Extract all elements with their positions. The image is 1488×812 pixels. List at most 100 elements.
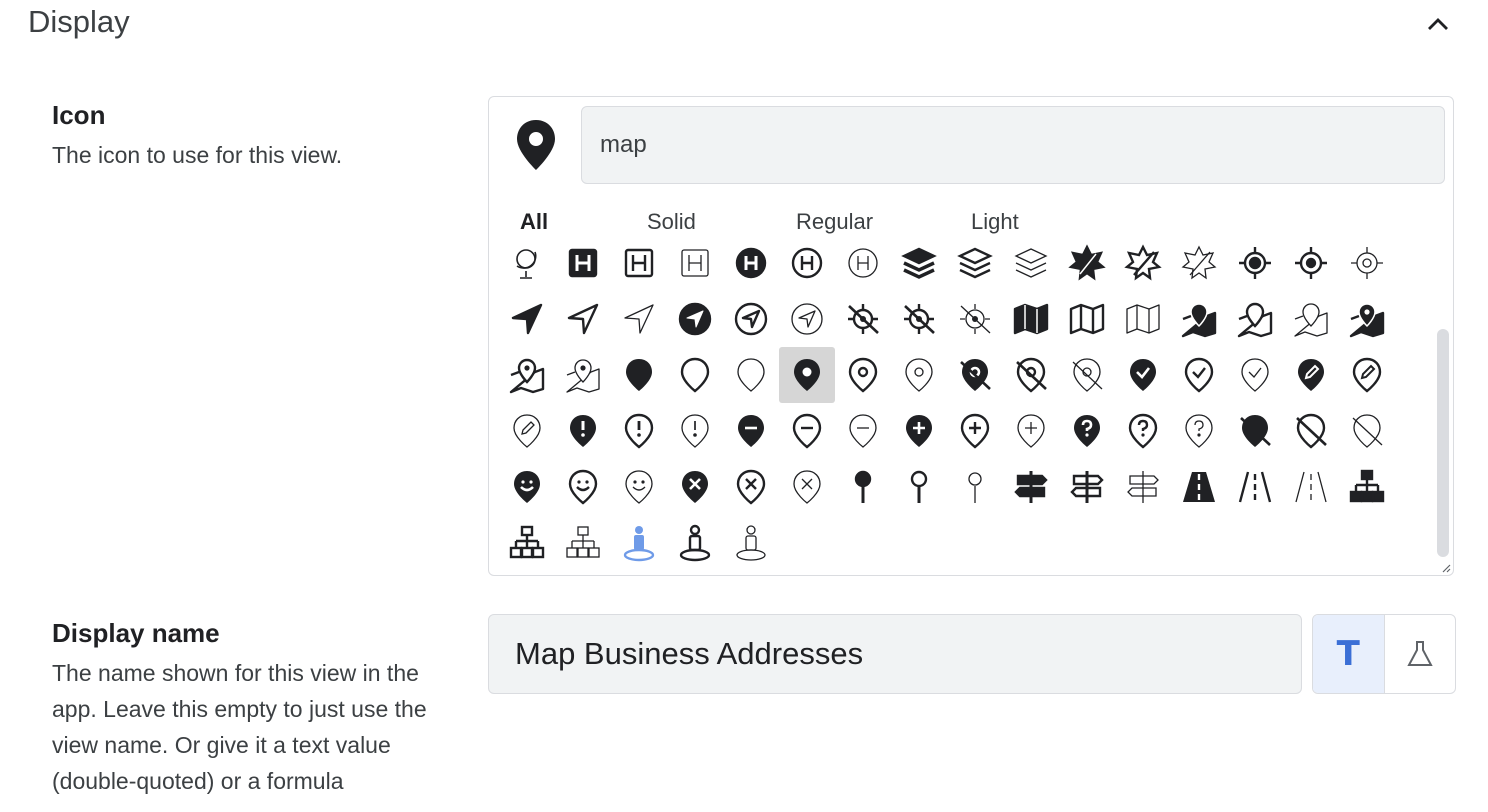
icon-option[interactable] [667, 291, 723, 347]
icon-option[interactable] [1171, 459, 1227, 515]
icon-option[interactable] [947, 347, 1003, 403]
icon-option[interactable] [1059, 347, 1115, 403]
icon-option[interactable] [723, 235, 779, 291]
icon-option[interactable] [611, 291, 667, 347]
icon-option[interactable] [1059, 235, 1115, 291]
tab-light[interactable]: Light [971, 209, 1019, 235]
icon-option[interactable] [723, 515, 779, 571]
display-name-input[interactable] [488, 614, 1302, 694]
icon-option[interactable] [611, 515, 667, 571]
icon-option[interactable] [779, 235, 835, 291]
icon-option[interactable] [947, 291, 1003, 347]
icon-option[interactable] [1059, 459, 1115, 515]
icon-option[interactable] [1003, 291, 1059, 347]
icon-option[interactable] [1115, 403, 1171, 459]
sitemap-solid-icon [1349, 469, 1385, 503]
icon-option[interactable] [1227, 347, 1283, 403]
icon-option[interactable] [499, 459, 555, 515]
icon-option[interactable] [835, 459, 891, 515]
icon-option[interactable] [1003, 403, 1059, 459]
icon-option[interactable] [1171, 291, 1227, 347]
collapse-button[interactable] [1418, 6, 1458, 42]
icon-option[interactable] [723, 459, 779, 515]
icon-option[interactable] [835, 347, 891, 403]
icon-option[interactable] [1283, 459, 1339, 515]
icon-option[interactable] [667, 347, 723, 403]
icon-option[interactable] [779, 459, 835, 515]
icon-option[interactable] [1339, 235, 1395, 291]
icon-option[interactable] [1003, 459, 1059, 515]
icon-option[interactable] [667, 403, 723, 459]
icon-option[interactable] [1171, 403, 1227, 459]
tab-solid[interactable]: Solid [647, 209, 696, 235]
icon-option[interactable] [779, 403, 835, 459]
icon-option[interactable] [555, 235, 611, 291]
icon-option[interactable] [1283, 347, 1339, 403]
icon-option[interactable] [1115, 291, 1171, 347]
icon-option[interactable] [947, 235, 1003, 291]
resize-handle-icon[interactable] [1441, 563, 1451, 573]
formula-mode-button[interactable] [1385, 615, 1456, 693]
icon-option[interactable] [667, 459, 723, 515]
icon-option[interactable] [1171, 235, 1227, 291]
icon-option[interactable] [891, 235, 947, 291]
icon-option[interactable] [499, 291, 555, 347]
icon-option[interactable] [1283, 235, 1339, 291]
icon-option[interactable] [1115, 235, 1171, 291]
icon-option[interactable] [1227, 291, 1283, 347]
icon-option[interactable] [1227, 235, 1283, 291]
icon-option[interactable] [555, 515, 611, 571]
icon-option[interactable] [947, 459, 1003, 515]
icon-option[interactable] [1003, 235, 1059, 291]
icon-option[interactable] [611, 459, 667, 515]
icon-option[interactable] [779, 291, 835, 347]
icon-option[interactable] [1283, 291, 1339, 347]
icon-option[interactable] [499, 515, 555, 571]
icon-option[interactable] [667, 515, 723, 571]
tab-regular[interactable]: Regular [796, 209, 873, 235]
icon-option[interactable] [891, 291, 947, 347]
icon-search-input[interactable] [581, 106, 1445, 184]
icon-grid-scrollbar-thumb[interactable] [1437, 329, 1449, 557]
icon-option[interactable] [835, 403, 891, 459]
icon-option[interactable] [555, 403, 611, 459]
icon-option[interactable] [1339, 291, 1395, 347]
icon-option[interactable] [1227, 459, 1283, 515]
icon-option[interactable] [835, 235, 891, 291]
icon-option[interactable] [555, 459, 611, 515]
icon-option[interactable] [1115, 347, 1171, 403]
icon-option[interactable] [1003, 347, 1059, 403]
icon-option[interactable] [1283, 403, 1339, 459]
icon-option[interactable] [1171, 347, 1227, 403]
icon-option[interactable] [723, 403, 779, 459]
icon-option[interactable] [723, 291, 779, 347]
icon-option[interactable] [1339, 347, 1395, 403]
icon-option[interactable] [667, 235, 723, 291]
icon-option[interactable] [723, 347, 779, 403]
icon-option[interactable] [891, 403, 947, 459]
icon-option[interactable] [1339, 403, 1395, 459]
icon-option[interactable] [1227, 403, 1283, 459]
icon-option[interactable] [499, 347, 555, 403]
map-marker-alt-slash-light-icon [1072, 358, 1103, 392]
icon-option[interactable] [779, 347, 835, 403]
map-marker-smile-light-icon [625, 470, 653, 504]
icon-option[interactable] [555, 291, 611, 347]
layer-group-solid-icon [901, 247, 937, 279]
tab-all[interactable]: All [520, 209, 548, 235]
icon-option[interactable] [499, 403, 555, 459]
icon-option[interactable] [1059, 403, 1115, 459]
icon-option[interactable] [499, 235, 555, 291]
icon-option[interactable] [611, 347, 667, 403]
icon-option[interactable] [1059, 291, 1115, 347]
icon-option[interactable] [835, 291, 891, 347]
icon-option[interactable] [555, 347, 611, 403]
icon-option[interactable] [947, 403, 1003, 459]
text-mode-button[interactable]: T [1313, 615, 1385, 693]
icon-option[interactable] [891, 347, 947, 403]
icon-option[interactable] [1115, 459, 1171, 515]
icon-option[interactable] [611, 235, 667, 291]
icon-option[interactable] [891, 459, 947, 515]
icon-option[interactable] [1339, 459, 1395, 515]
icon-option[interactable] [611, 403, 667, 459]
